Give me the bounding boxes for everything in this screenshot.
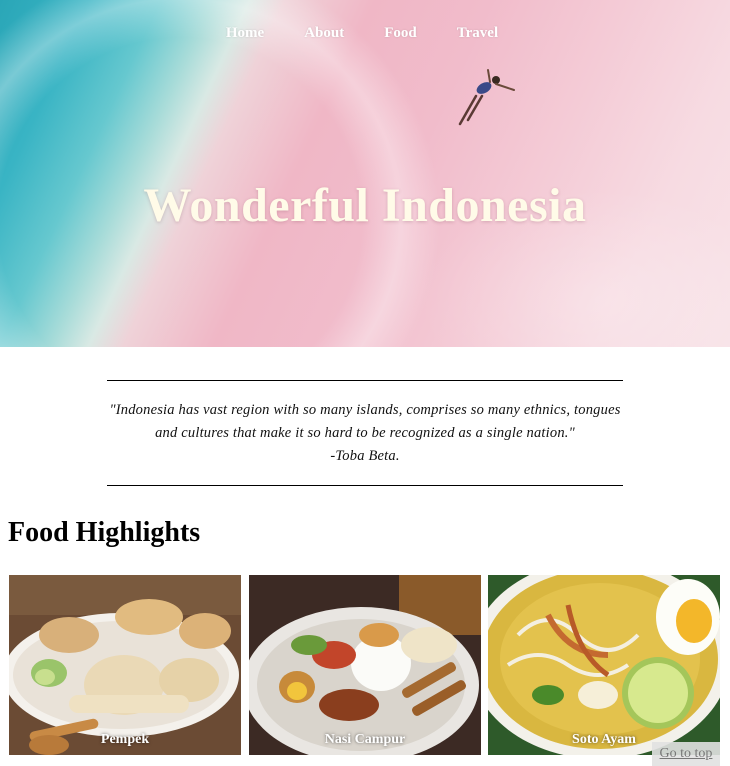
- surf-foam: [0, 0, 514, 347]
- beach-person-icon: [458, 69, 515, 126]
- food-caption: Nasi Campur: [324, 732, 406, 747]
- food-card-soto-ayam[interactable]: Soto Ayam: [488, 575, 720, 755]
- soto-ayam-photo: [488, 575, 720, 755]
- food-card-nasi-campur[interactable]: Nasi Campur: [249, 575, 481, 755]
- go-to-top-button[interactable]: Go to top: [652, 742, 720, 766]
- nav-link-home[interactable]: Home: [206, 25, 284, 42]
- nav-link-food[interactable]: Food: [364, 25, 437, 42]
- quote-text: "Indonesia has vast region with so many …: [109, 402, 621, 441]
- hero-banner: Home About Food Travel Wonderful Indones…: [0, 0, 730, 347]
- quote-author: -Toba Beta.: [330, 448, 400, 464]
- food-caption: Pempek: [100, 732, 150, 747]
- hero-title: Wonderful Indonesia: [143, 179, 587, 232]
- main-nav: Home About Food Travel: [0, 25, 730, 42]
- food-card-pempek[interactable]: Pempek: [9, 575, 241, 755]
- nasi-campur-photo: [249, 575, 481, 755]
- nav-link-travel[interactable]: Travel: [437, 25, 518, 42]
- nav-link-about[interactable]: About: [284, 25, 364, 42]
- food-section-title: Food Highlights: [8, 517, 201, 548]
- quote-block: "Indonesia has vast region with so many …: [107, 380, 623, 486]
- pempek-photo: [9, 575, 241, 755]
